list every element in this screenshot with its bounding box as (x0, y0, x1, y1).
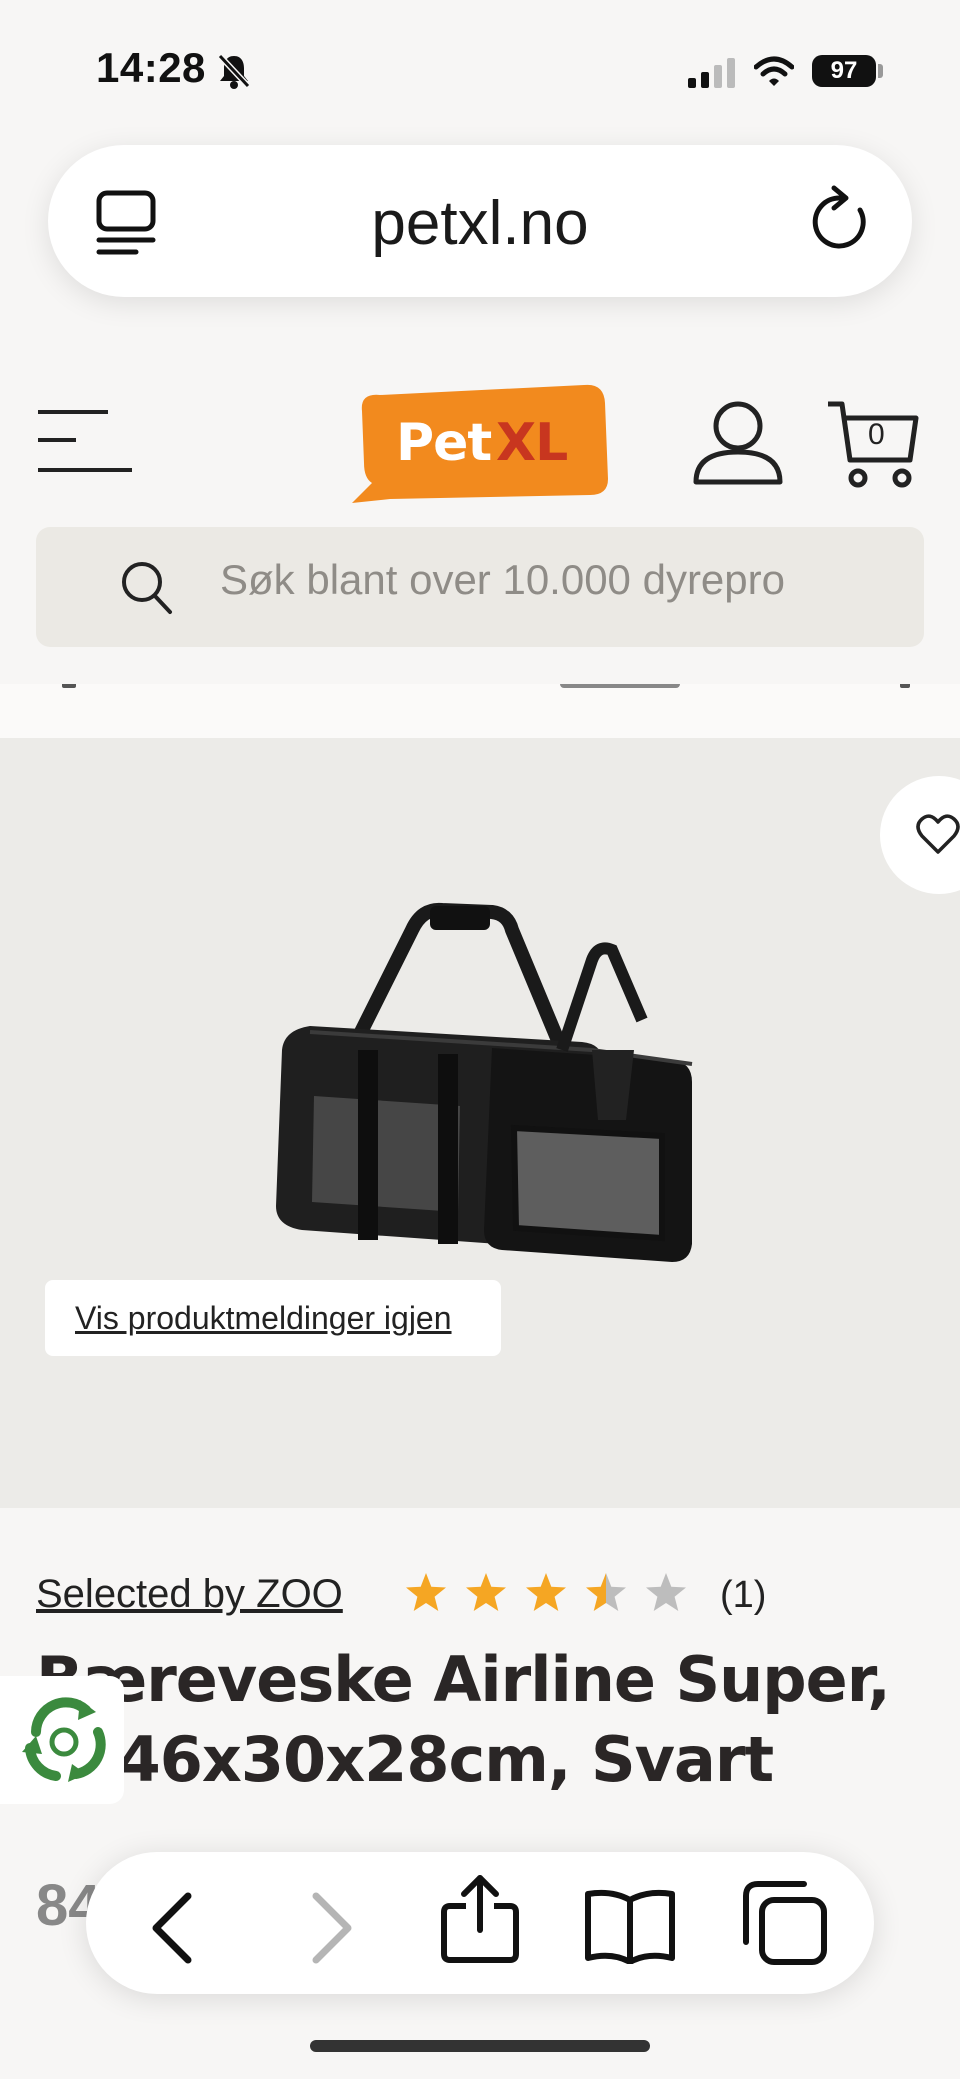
breadcrumb-row-cut-off (0, 684, 960, 738)
recycle-icon (22, 1697, 106, 1782)
share-icon[interactable] (440, 1872, 520, 1964)
signal-icon (688, 58, 735, 88)
star-1 (406, 1573, 446, 1611)
star-3 (526, 1573, 566, 1611)
logo-text-xl: XL (496, 413, 568, 473)
bookmarks-icon[interactable] (584, 1888, 676, 1964)
address-url[interactable]: petxl.no (200, 188, 760, 259)
eco-badge[interactable] (0, 1676, 124, 1804)
cart-count: 0 (868, 418, 885, 451)
logo-text-pet: Pet (396, 413, 492, 473)
show-product-notices-link[interactable]: Vis produktmeldinger igjen (45, 1280, 501, 1356)
site-logo[interactable]: Pet XL (350, 383, 610, 503)
review-count[interactable]: (1) (720, 1574, 766, 1617)
product-title: Bæreveske Airline Super, L, 46x30x28cm, … (36, 1643, 891, 1796)
home-indicator (310, 2040, 650, 2052)
reader-icon[interactable] (96, 190, 156, 256)
forward-icon[interactable] (308, 1890, 356, 1966)
star-4 (586, 1573, 626, 1611)
battery-icon: 97 (812, 55, 876, 87)
account-icon[interactable] (692, 400, 784, 486)
star-rating (406, 1573, 686, 1611)
heart-icon (916, 814, 960, 854)
wifi-icon (754, 56, 794, 86)
search-icon (122, 562, 172, 614)
star-5 (646, 1573, 686, 1611)
rating-stars[interactable] (404, 1570, 694, 1616)
brand-link[interactable]: Selected by ZOO (36, 1572, 343, 1617)
tabs-icon[interactable] (742, 1880, 828, 1966)
battery-tip (878, 64, 883, 78)
menu-icon[interactable] (36, 408, 132, 474)
star-2 (466, 1573, 506, 1611)
reload-icon[interactable] (810, 184, 874, 254)
back-icon[interactable] (148, 1890, 196, 1966)
bell-slash-icon (217, 53, 251, 89)
search-placeholder: Søk blant over 10.000 dyrepro (220, 556, 785, 603)
status-time: 14:28 (96, 44, 206, 91)
